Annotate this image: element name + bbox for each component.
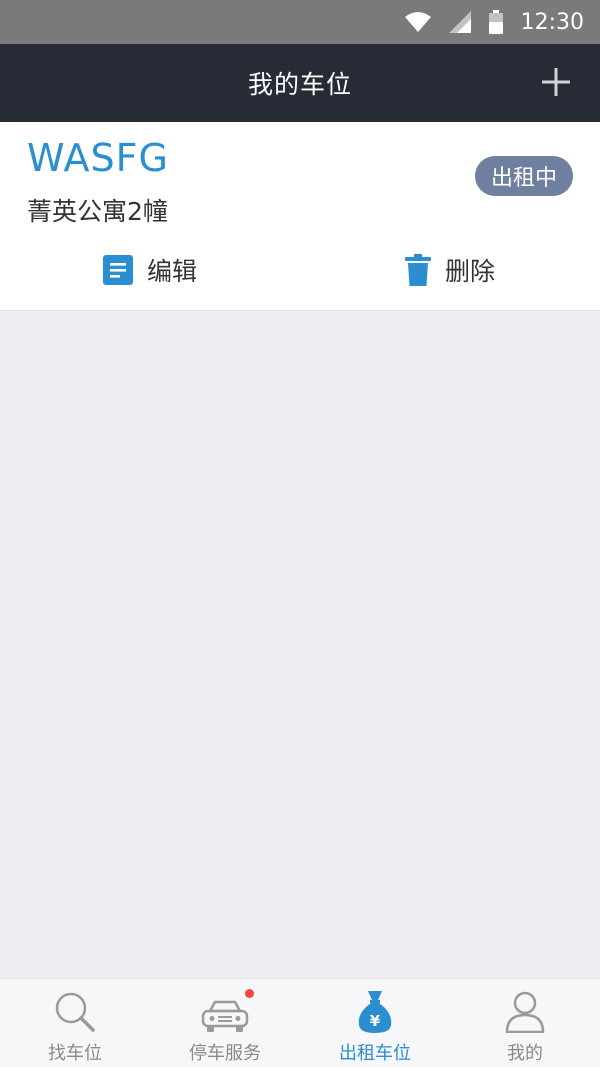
- svg-text:¥: ¥: [370, 1012, 381, 1030]
- nav-item-find-spot[interactable]: 找车位: [0, 979, 150, 1067]
- battery-icon: [488, 10, 503, 34]
- search-icon: [53, 989, 97, 1033]
- nav-label: 我的: [507, 1043, 543, 1064]
- page-title: 我的车位: [247, 70, 352, 99]
- status-time: 12:30: [520, 9, 584, 35]
- card-actions: 编辑 删除: [0, 250, 600, 290]
- bottom-nav: 找车位 停车服务 ¥ 出租车位 我的: [0, 978, 600, 1067]
- signal-icon: [448, 11, 471, 33]
- wifi-icon: [404, 12, 431, 32]
- edit-button[interactable]: 编辑: [103, 250, 197, 290]
- delete-label: 删除: [445, 257, 496, 286]
- trash-icon: [405, 254, 431, 286]
- parking-spot-card[interactable]: WASFG 菁英公寓2幢 出租中 编辑 删除: [0, 122, 600, 311]
- notification-dot: [245, 989, 254, 998]
- nav-item-parking-service[interactable]: 停车服务: [150, 979, 300, 1067]
- nav-label: 停车服务: [189, 1043, 261, 1064]
- add-spot-button[interactable]: [536, 62, 576, 102]
- nav-label: 出租车位: [339, 1043, 411, 1064]
- car-icon: [200, 989, 254, 1033]
- status-bar: 12:30: [0, 0, 600, 44]
- spot-location: 菁英公寓2幢: [27, 197, 168, 226]
- user-icon: [505, 989, 545, 1033]
- delete-button[interactable]: 删除: [405, 250, 495, 290]
- document-icon: [103, 255, 133, 285]
- spot-plate: WASFG: [27, 136, 169, 180]
- nav-label: 找车位: [48, 1043, 102, 1064]
- money-bag-icon: ¥: [357, 989, 393, 1033]
- plus-icon: [542, 68, 570, 96]
- nav-item-profile[interactable]: 我的: [450, 979, 600, 1067]
- status-badge: 出租中: [474, 156, 573, 196]
- nav-item-rent-out-spot[interactable]: ¥ 出租车位: [300, 979, 450, 1067]
- app-header: 我的车位: [0, 44, 600, 122]
- edit-label: 编辑: [147, 257, 198, 286]
